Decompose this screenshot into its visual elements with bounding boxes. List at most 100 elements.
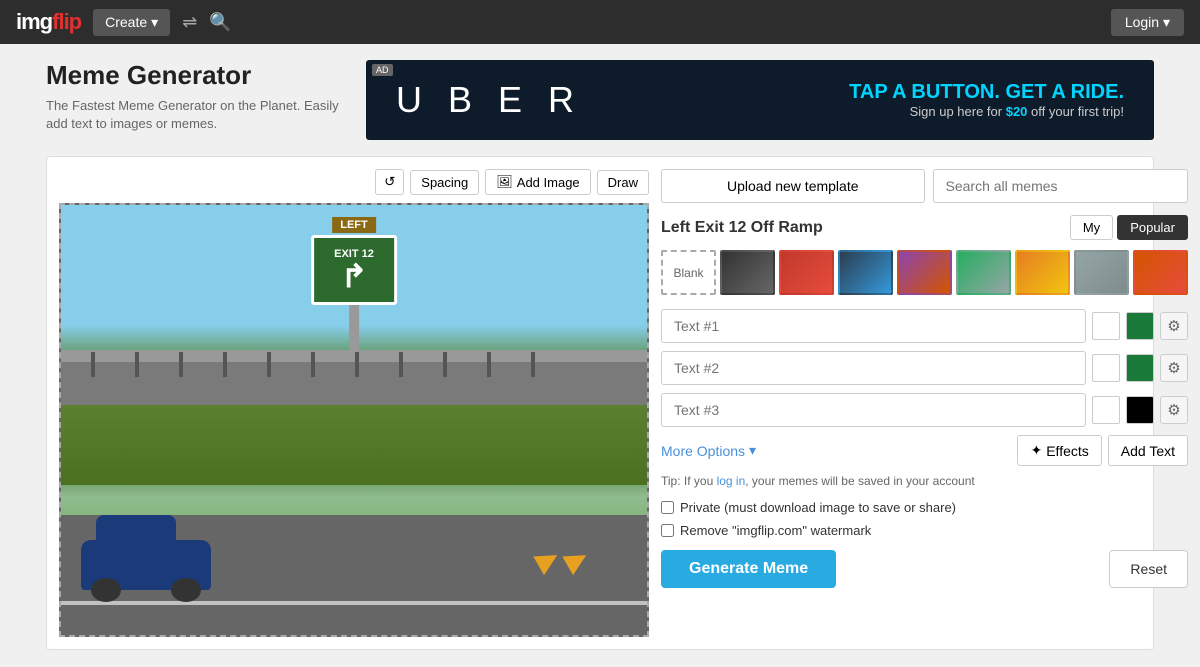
- draw-label: Draw: [608, 175, 638, 190]
- draw-button[interactable]: Draw: [597, 170, 649, 195]
- logo-text: imgflip: [16, 9, 81, 35]
- private-checkbox-row: Private (must download image to save or …: [661, 500, 1188, 515]
- ad-subtext-pre: Sign up here for: [910, 104, 1006, 119]
- main-content: ↺ Spacing 🖼 Add Image Draw: [46, 156, 1154, 650]
- tab-popular[interactable]: Popular: [1117, 215, 1188, 240]
- tab-my[interactable]: My: [1070, 215, 1113, 240]
- private-label: Private (must download image to save or …: [680, 500, 956, 515]
- create-button[interactable]: Create ▾: [93, 9, 170, 36]
- text-input-3[interactable]: [661, 393, 1086, 427]
- add-image-button[interactable]: 🖼 Add Image: [485, 169, 590, 195]
- private-checkbox[interactable]: [661, 501, 674, 514]
- tip-text: Tip: If you log in, your memes will be s…: [661, 474, 1188, 488]
- ad-subtext-post: off your first trip!: [1027, 104, 1124, 119]
- ad-text: TAP A BUTTON. GET A RIDE. Sign up here f…: [849, 81, 1124, 119]
- logo[interactable]: imgflip: [16, 9, 81, 35]
- car-roof: [96, 515, 176, 545]
- more-options-button[interactable]: More Options ▾: [661, 442, 756, 459]
- text-color-black-3[interactable]: [1126, 396, 1154, 424]
- ad-label: AD: [372, 64, 393, 76]
- template-controls: Upload new template: [661, 169, 1188, 203]
- watermark-checkbox-row: Remove "imgflip.com" watermark: [661, 523, 1188, 538]
- exit-label: LEFT: [332, 217, 376, 233]
- car-body: [81, 540, 211, 590]
- effects-button[interactable]: ✦ Effects: [1017, 435, 1101, 466]
- tip-pre: Tip: If you: [661, 474, 717, 488]
- chevron-down-icon: ▾: [1163, 14, 1170, 30]
- text-color-white-1[interactable]: [1092, 312, 1120, 340]
- generate-row: Generate Meme Reset: [661, 550, 1188, 588]
- chevron-down-icon: ▾: [151, 14, 158, 31]
- railing-post: [443, 352, 447, 377]
- text-color-green-1[interactable]: [1126, 312, 1154, 340]
- search-icon[interactable]: 🔍: [209, 12, 231, 33]
- template-thumb[interactable]: [1133, 250, 1188, 295]
- gear-button-1[interactable]: ⚙: [1160, 312, 1188, 340]
- ad-subtext: Sign up here for $20 off your first trip…: [849, 104, 1124, 119]
- treeline: [61, 405, 647, 485]
- railing-post: [355, 352, 359, 377]
- title-area: Meme Generator The Fastest Meme Generato…: [46, 60, 346, 133]
- highway-sign: EXIT 12 ↱: [311, 235, 397, 305]
- text-color-green-2[interactable]: [1126, 354, 1154, 382]
- login-label: Login: [1125, 14, 1159, 30]
- spacing-button[interactable]: Spacing: [410, 170, 479, 195]
- railing-post: [399, 352, 403, 377]
- login-button[interactable]: Login ▾: [1111, 9, 1184, 36]
- railing-post: [135, 352, 139, 377]
- shuffle-icon[interactable]: ⇌: [182, 12, 197, 33]
- watermark-label: Remove "imgflip.com" watermark: [680, 523, 871, 538]
- template-gallery: Blank: [661, 250, 1188, 295]
- ad-banner: AD U B E R TAP A BUTTON. GET A RIDE. Sig…: [366, 60, 1154, 140]
- image-icon: 🖼: [496, 174, 513, 190]
- upload-template-button[interactable]: Upload new template: [661, 169, 925, 203]
- template-thumb-blank[interactable]: Blank: [661, 250, 716, 295]
- railing-post: [531, 352, 535, 377]
- meme-bottom-scene: ▶ ▶: [61, 405, 647, 635]
- reset-button[interactable]: Reset: [1109, 550, 1188, 588]
- action-buttons: ✦ Effects Add Text: [1017, 435, 1188, 466]
- create-label: Create: [105, 14, 147, 30]
- page-subtitle: The Fastest Meme Generator on the Planet…: [46, 97, 346, 133]
- text-row-2: ⚙: [661, 351, 1188, 385]
- top-section: Meme Generator The Fastest Meme Generato…: [46, 60, 1154, 140]
- template-title: Left Exit 12 Off Ramp: [661, 219, 823, 237]
- header: imgflip Create ▾ ⇌ 🔍 Login ▾: [0, 0, 1200, 44]
- chevron-down-icon: ▾: [749, 442, 756, 459]
- template-thumb[interactable]: [897, 250, 952, 295]
- add-text-button[interactable]: Add Text: [1108, 435, 1188, 466]
- template-thumb[interactable]: [956, 250, 1011, 295]
- gear-button-2[interactable]: ⚙: [1160, 354, 1188, 382]
- template-thumb[interactable]: [1074, 250, 1129, 295]
- ad-headline: TAP A BUTTON. GET A RIDE.: [849, 81, 1124, 104]
- ad-price: $20: [1006, 104, 1028, 119]
- gear-button-3[interactable]: ⚙: [1160, 396, 1188, 424]
- template-thumb[interactable]: [838, 250, 893, 295]
- template-thumb[interactable]: [720, 250, 775, 295]
- text-color-white-3[interactable]: [1092, 396, 1120, 424]
- watermark-checkbox[interactable]: [661, 524, 674, 537]
- toolbar: ↺ Spacing 🖼 Add Image Draw: [59, 169, 649, 195]
- page-title: Meme Generator: [46, 60, 346, 91]
- template-tabs: My Popular: [1070, 215, 1188, 240]
- page-body: Meme Generator The Fastest Meme Generato…: [30, 44, 1170, 666]
- arrow-icon: ↱: [334, 260, 374, 292]
- template-thumb[interactable]: [1015, 250, 1070, 295]
- undo-button[interactable]: ↺: [375, 169, 404, 195]
- bottom-controls: More Options ▾ ✦ Effects Add Text: [661, 435, 1188, 466]
- generate-meme-button[interactable]: Generate Meme: [661, 550, 836, 588]
- template-thumb[interactable]: [779, 250, 834, 295]
- railing-post: [267, 352, 271, 377]
- road-line: [61, 601, 647, 605]
- text-color-white-2[interactable]: [1092, 354, 1120, 382]
- text-input-2[interactable]: [661, 351, 1086, 385]
- spacing-label: Spacing: [421, 175, 468, 190]
- login-link[interactable]: log in: [717, 474, 746, 488]
- text-input-1[interactable]: [661, 309, 1086, 343]
- more-options-label: More Options: [661, 443, 745, 459]
- sparkle-icon: ✦: [1030, 442, 1042, 459]
- right-panel: Upload new template Left Exit 12 Off Ram…: [661, 169, 1188, 637]
- template-title-row: Left Exit 12 Off Ramp My Popular: [661, 215, 1188, 240]
- search-input[interactable]: [933, 169, 1189, 203]
- text-row-3: ⚙: [661, 393, 1188, 427]
